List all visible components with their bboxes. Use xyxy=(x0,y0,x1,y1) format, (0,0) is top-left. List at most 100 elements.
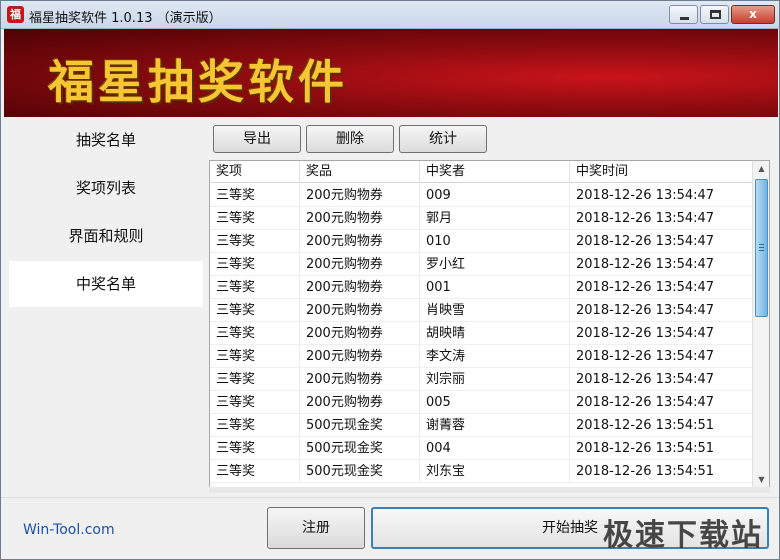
close-icon: x xyxy=(749,7,757,21)
table-row[interactable]: 三等奖 500元现金奖 谢菁蓉 2018-12-26 13:54:51 xyxy=(210,414,753,437)
column-header-prize-level[interactable]: 奖项 xyxy=(210,161,300,183)
table-row[interactable]: 三等奖 200元购物券 001 2018-12-26 13:54:47 xyxy=(210,276,753,299)
cell-winner: 李文涛 xyxy=(420,345,570,368)
cell-prize: 200元购物券 xyxy=(300,368,420,391)
window-controls: x xyxy=(667,5,775,24)
cell-prize-level: 三等奖 xyxy=(210,345,300,368)
cell-winner: 谢菁蓉 xyxy=(420,414,570,437)
maximize-button[interactable] xyxy=(700,5,729,24)
table-row[interactable]: 三等奖 200元购物券 郭月 2018-12-26 13:54:47 xyxy=(210,207,753,230)
scroll-up-icon[interactable]: ▲ xyxy=(754,161,769,177)
cell-prize: 200元购物券 xyxy=(300,253,420,276)
cell-winner: 010 xyxy=(420,230,570,253)
maximize-icon xyxy=(710,10,721,19)
cell-prize-level: 三等奖 xyxy=(210,230,300,253)
cell-winner: 肖映雪 xyxy=(420,299,570,322)
watermark: 极速下载站 xyxy=(603,518,763,553)
app-logo-icon: 福 xyxy=(7,6,24,23)
cell-winner: 005 xyxy=(420,391,570,414)
cell-prize-level: 三等奖 xyxy=(210,391,300,414)
cell-win-time: 2018-12-26 13:54:47 xyxy=(570,253,753,276)
table-row[interactable]: 三等奖 200元购物券 罗小红 2018-12-26 13:54:47 xyxy=(210,253,753,276)
cell-winner: 罗小红 xyxy=(420,253,570,276)
cell-prize: 200元购物券 xyxy=(300,276,420,299)
cell-win-time: 2018-12-26 13:54:47 xyxy=(570,368,753,391)
cell-prize-level: 三等奖 xyxy=(210,253,300,276)
column-header-win-time[interactable]: 中奖时间 xyxy=(570,161,753,183)
app-window: 福 福星抽奖软件 1.0.13 （演示版） x 福星抽奖软件 抽奖名单 奖项列表… xyxy=(0,0,780,560)
table-row[interactable]: 三等奖 500元现金奖 004 2018-12-26 13:54:51 xyxy=(210,437,753,460)
minimize-icon xyxy=(680,17,689,20)
cell-winner: 刘东宝 xyxy=(420,460,570,483)
sidebar-item-ui-and-rules[interactable]: 界面和规则 xyxy=(9,213,203,259)
cell-win-time: 2018-12-26 13:54:47 xyxy=(570,276,753,299)
cell-prize: 200元购物券 xyxy=(300,230,420,253)
column-header-winner[interactable]: 中奖者 xyxy=(420,161,570,183)
table-row[interactable]: 三等奖 200元购物券 010 2018-12-26 13:54:47 xyxy=(210,230,753,253)
cell-prize: 200元购物券 xyxy=(300,207,420,230)
cell-prize: 500元现金奖 xyxy=(300,460,420,483)
grip-line xyxy=(759,250,764,251)
cell-prize-level: 三等奖 xyxy=(210,276,300,299)
sidebar-item-label: 界面和规则 xyxy=(68,227,144,245)
table-row[interactable]: 三等奖 200元购物券 刘宗丽 2018-12-26 13:54:47 xyxy=(210,368,753,391)
window-title: 福星抽奖软件 1.0.13 （演示版） xyxy=(29,11,222,26)
cell-win-time: 2018-12-26 13:54:47 xyxy=(570,184,753,207)
cell-prize: 200元购物券 xyxy=(300,322,420,345)
cell-winner: 刘宗丽 xyxy=(420,368,570,391)
scroll-thumb[interactable] xyxy=(755,179,768,317)
cell-prize: 200元购物券 xyxy=(300,345,420,368)
cell-prize-level: 三等奖 xyxy=(210,207,300,230)
cell-win-time: 2018-12-26 13:54:47 xyxy=(570,345,753,368)
statistics-button[interactable]: 统计 xyxy=(399,125,487,153)
delete-button[interactable]: 删除 xyxy=(306,125,394,153)
grip-line xyxy=(759,247,764,248)
sidebar: 抽奖名单 奖项列表 界面和规则 中奖名单 xyxy=(4,117,206,497)
table-row[interactable]: 三等奖 500元现金奖 刘东宝 2018-12-26 13:54:51 xyxy=(210,460,753,483)
banner-title: 福星抽奖软件 xyxy=(48,55,348,109)
sidebar-item-draw-list[interactable]: 抽奖名单 xyxy=(9,117,203,163)
horizontal-scrollbar[interactable] xyxy=(209,487,770,493)
cell-prize: 200元购物券 xyxy=(300,184,420,207)
cell-prize-level: 三等奖 xyxy=(210,368,300,391)
minimize-button[interactable] xyxy=(669,5,698,24)
sidebar-item-label: 中奖名单 xyxy=(75,275,136,293)
table-row[interactable]: 三等奖 200元购物券 肖映雪 2018-12-26 13:54:47 xyxy=(210,299,753,322)
export-button[interactable]: 导出 xyxy=(213,125,301,153)
cell-win-time: 2018-12-26 13:54:51 xyxy=(570,460,753,483)
cell-win-time: 2018-12-26 13:54:51 xyxy=(570,437,753,460)
cell-winner: 胡映晴 xyxy=(420,322,570,345)
footer: Win-Tool.com 注册 开始抽奖 极速下载站 xyxy=(1,497,779,559)
table-row[interactable]: 三等奖 200元购物券 胡映晴 2018-12-26 13:54:47 xyxy=(210,322,753,345)
cell-prize-level: 三等奖 xyxy=(210,322,300,345)
table-row[interactable]: 三等奖 200元购物券 李文涛 2018-12-26 13:54:47 xyxy=(210,345,753,368)
cell-prize-level: 三等奖 xyxy=(210,299,300,322)
cell-prize-level: 三等奖 xyxy=(210,460,300,483)
column-header-prize[interactable]: 奖品 xyxy=(300,161,420,183)
table-row[interactable]: 三等奖 200元购物券 005 2018-12-26 13:54:47 xyxy=(210,391,753,414)
cell-win-time: 2018-12-26 13:54:47 xyxy=(570,299,753,322)
cell-winner: 004 xyxy=(420,437,570,460)
sidebar-item-prize-list[interactable]: 奖项列表 xyxy=(9,165,203,211)
table-row[interactable]: 三等奖 200元购物券 009 2018-12-26 13:54:47 xyxy=(210,184,753,207)
cell-prize: 200元购物券 xyxy=(300,391,420,414)
title-bar[interactable]: 福 福星抽奖软件 1.0.13 （演示版） x xyxy=(1,1,779,29)
close-button[interactable]: x xyxy=(731,5,775,24)
cell-prize-level: 三等奖 xyxy=(210,437,300,460)
winners-table[interactable]: 奖项 奖品 中奖者 中奖时间 三等奖 200元购物券 009 2018-12-26 1… xyxy=(209,160,770,489)
cell-prize: 500元现金奖 xyxy=(300,437,420,460)
scroll-down-icon[interactable]: ▼ xyxy=(754,472,769,488)
cell-prize: 500元现金奖 xyxy=(300,414,420,437)
cell-winner: 009 xyxy=(420,184,570,207)
table-header: 奖项 奖品 中奖者 中奖时间 xyxy=(210,161,753,183)
sidebar-item-winners[interactable]: 中奖名单 xyxy=(9,261,203,307)
sidebar-item-label: 奖项列表 xyxy=(75,179,136,197)
banner: 福星抽奖软件 xyxy=(4,29,778,117)
cell-win-time: 2018-12-26 13:54:47 xyxy=(570,207,753,230)
cell-winner: 001 xyxy=(420,276,570,299)
vertical-scrollbar[interactable]: ▲ ▼ xyxy=(752,161,769,488)
brand-link[interactable]: Win-Tool.com xyxy=(23,522,115,538)
cell-prize: 200元购物券 xyxy=(300,299,420,322)
register-button[interactable]: 注册 xyxy=(267,507,365,549)
cell-prize-level: 三等奖 xyxy=(210,184,300,207)
